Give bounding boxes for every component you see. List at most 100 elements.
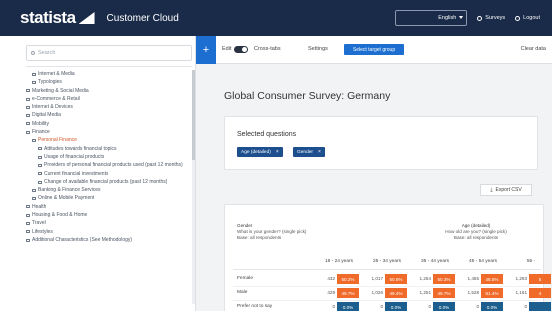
table-column-header[interactable]: 25 - 34 years bbox=[363, 259, 411, 264]
cell-count: 0 bbox=[332, 304, 335, 309]
logo-text: statista bbox=[20, 8, 76, 27]
cell-percentage: 0.0% bbox=[337, 302, 359, 311]
cell-percentage: 0.0% bbox=[433, 302, 455, 311]
toolbar: + Edit Cross-tabs Settings Select target… bbox=[196, 36, 552, 64]
select-target-group-button[interactable]: Select target group bbox=[344, 44, 404, 55]
table-row: Female 432 50.2% 1,017 50.6% 1,264 50.3% 1,455 4… bbox=[225, 273, 551, 285]
table-column-header[interactable]: 35 - 44 years bbox=[411, 259, 459, 264]
clear-data-button[interactable]: Clear data bbox=[521, 46, 546, 52]
sidebar-tree-item[interactable]: Current financial investments bbox=[26, 170, 190, 178]
sidebar-tree-item[interactable]: Providers of personal financial products… bbox=[26, 161, 190, 169]
selected-questions-card: Selected questions Age (detailed) × Gend… bbox=[224, 116, 538, 170]
logout-label: Logout bbox=[523, 15, 540, 21]
question-tag[interactable]: Age (detailed) × bbox=[237, 147, 283, 157]
language-select[interactable]: English bbox=[395, 10, 468, 26]
sidebar-tree-item[interactable]: e-Commerce & Retail bbox=[26, 95, 190, 103]
cell-percentage: 48.5% bbox=[481, 274, 503, 284]
cell-count: 0 bbox=[476, 304, 479, 309]
download-icon: ⤓ bbox=[490, 187, 493, 193]
table-column-header[interactable]: 45 - 54 years bbox=[459, 259, 507, 264]
search-placeholder: Search bbox=[38, 50, 56, 56]
cell-count: 1,161 bbox=[515, 290, 528, 295]
cell-percentage: 50.3% bbox=[433, 274, 455, 284]
cell-percentage: 0.0% bbox=[481, 302, 503, 311]
tree-item-label: Marketing & Social Media bbox=[32, 87, 89, 94]
tree-item-label: Mobility bbox=[32, 120, 49, 127]
row-label: Female bbox=[237, 276, 253, 281]
logout-link[interactable]: Logout bbox=[515, 15, 540, 21]
sidebar-tree-item[interactable]: Attitudes towards financial topics bbox=[26, 145, 190, 153]
column-variable-base: Base: all respondents bbox=[453, 235, 499, 240]
sidebar-tree-item[interactable]: Additional Characteristics (See Methodol… bbox=[26, 236, 190, 244]
cell-count: 432 bbox=[327, 276, 335, 281]
cell-count: 1,251 bbox=[419, 290, 432, 295]
folder-icon bbox=[26, 238, 30, 242]
cell-count: 1,264 bbox=[419, 276, 432, 281]
table-row: Prefer not to say 0 0.0% 0 0.0% 0 0.0% 0 0.0% 0 bbox=[225, 301, 551, 311]
row-label: Prefer not to say bbox=[237, 304, 273, 309]
surveys-label: Surveys bbox=[485, 15, 506, 21]
cell-count: 0 bbox=[428, 304, 431, 309]
close-icon[interactable]: × bbox=[276, 149, 279, 155]
cell-percentage: 5 bbox=[529, 274, 551, 284]
sidebar-tree-item[interactable]: Lifestyles bbox=[26, 228, 190, 236]
sidebar-tree-item[interactable]: Housing & Food & Home bbox=[26, 211, 190, 219]
tree-item-label: Health bbox=[32, 203, 47, 210]
table-column-header[interactable]: 18 - 24 years bbox=[315, 259, 363, 264]
folder-icon bbox=[26, 130, 30, 134]
sidebar-tree-item[interactable]: Finance bbox=[26, 128, 190, 136]
sidebar-tree-item[interactable]: Travel bbox=[26, 219, 190, 227]
folder-icon bbox=[26, 122, 30, 126]
tree-item-label: Internet & Media bbox=[38, 71, 75, 77]
sidebar-tree-item[interactable]: Change of available financial products (… bbox=[26, 178, 190, 186]
sidebar-tree-item[interactable]: Health bbox=[26, 203, 190, 211]
scrollbar-thumb[interactable] bbox=[192, 70, 195, 160]
sidebar-tree-item[interactable]: Marketing & Social Media bbox=[26, 87, 190, 95]
question-tag[interactable]: Gender × bbox=[293, 147, 325, 157]
app-window: statista Customer Cloud English Surveys … bbox=[0, 0, 552, 311]
tag-label: Gender bbox=[297, 149, 313, 155]
crosstab-toggle[interactable] bbox=[234, 46, 248, 53]
tree-item-label: Online & Mobile Payment bbox=[38, 195, 95, 202]
column-variable-header: Age (detailed) How old are you? (single … bbox=[421, 223, 531, 241]
table-column-header[interactable]: 55 - bbox=[507, 259, 552, 264]
tree-item-label: Additional Characteristics (See Methodol… bbox=[32, 236, 133, 243]
sidebar-scrollbar[interactable] bbox=[192, 70, 195, 304]
sidebar-tree-item[interactable]: Typologies bbox=[26, 78, 190, 86]
tree-item-label: Change of available financial products (… bbox=[44, 178, 168, 185]
tree-item-label: Attitudes towards financial topics bbox=[44, 145, 117, 152]
sidebar-tree-item[interactable]: Mobility bbox=[26, 120, 190, 128]
export-csv-button[interactable]: ⤓ Export CSV bbox=[480, 184, 532, 196]
sidebar-tree-item[interactable]: Digital Media bbox=[26, 111, 190, 119]
cell-percentage bbox=[529, 302, 551, 311]
folder-icon bbox=[26, 89, 30, 93]
close-icon[interactable]: × bbox=[318, 149, 321, 155]
top-header: statista Customer Cloud English Surveys … bbox=[0, 0, 552, 36]
sidebar-tree-item[interactable]: Personal Finance bbox=[26, 136, 190, 144]
cell-count: 0 bbox=[524, 304, 527, 309]
sidebar-tree-item[interactable]: Banking & Finance Services bbox=[26, 186, 190, 194]
tree-item-label: Digital Media bbox=[32, 112, 61, 119]
settings-button[interactable]: Settings bbox=[308, 46, 328, 52]
search-input[interactable]: Search bbox=[26, 45, 192, 61]
folder-icon bbox=[26, 114, 30, 118]
tree-item-label: Usage of financial products bbox=[44, 153, 105, 160]
cell-percentage: 49.7% bbox=[433, 288, 455, 298]
search-icon bbox=[31, 51, 35, 55]
results-table: Gender What is your gender? (single pick… bbox=[224, 204, 551, 311]
page-title: Global Consumer Survey: Germany bbox=[224, 90, 391, 102]
folder-icon bbox=[38, 172, 42, 176]
surveys-link[interactable]: Surveys bbox=[477, 15, 505, 21]
folder-icon bbox=[26, 105, 30, 109]
sidebar-tree-item[interactable]: Internet & Devices bbox=[26, 103, 190, 111]
logo-mark-icon bbox=[78, 12, 95, 24]
folder-icon bbox=[32, 72, 36, 76]
cell-percentage: 51.4% bbox=[481, 288, 503, 298]
statista-logo[interactable]: statista bbox=[20, 8, 95, 28]
tree-item-label: Typologies bbox=[38, 79, 62, 86]
add-button[interactable]: + bbox=[196, 36, 216, 64]
sidebar-tree-item[interactable]: Internet & Media bbox=[26, 70, 190, 78]
sidebar-tree-item[interactable]: Usage of financial products bbox=[26, 153, 190, 161]
sidebar-tree-item[interactable]: Online & Mobile Payment bbox=[26, 194, 190, 202]
edit-label: Edit bbox=[222, 46, 232, 52]
